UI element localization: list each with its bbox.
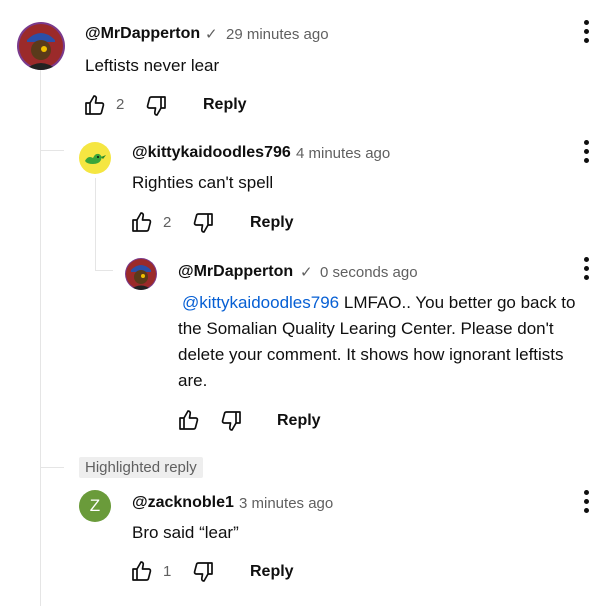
thumbs-down-icon[interactable] xyxy=(191,211,215,235)
avatar-letter: Z xyxy=(89,496,101,515)
avatar-image xyxy=(17,22,65,70)
like-count: 2 xyxy=(116,96,125,113)
like-count: 1 xyxy=(163,563,172,580)
avatar-kittykaidoodles796[interactable] xyxy=(79,142,111,174)
comment-author[interactable]: @kittykaidoodles796 xyxy=(132,144,291,162)
more-vert-icon[interactable] xyxy=(580,490,592,516)
comment-text: @kittykaidoodles796 LMFAO.. You better g… xyxy=(178,290,605,394)
thumbs-down-icon[interactable] xyxy=(144,94,168,118)
comment-text-line: the Somalian Quality Learing Center. Ple… xyxy=(178,319,554,338)
thumbs-up-icon[interactable] xyxy=(83,93,107,117)
thread-line-nested xyxy=(95,178,96,270)
comment-timestamp[interactable]: 3 minutes ago xyxy=(239,495,333,512)
avatar-image xyxy=(125,258,157,290)
reply-button[interactable]: Reply xyxy=(203,96,247,114)
comment-text-line: LMFAO.. You better go back to xyxy=(339,293,576,312)
more-vert-icon[interactable] xyxy=(580,140,592,166)
highlighted-reply-badge: Highlighted reply xyxy=(79,457,203,478)
comment-text-line: are. xyxy=(178,371,208,390)
avatar-mrdapperton[interactable] xyxy=(17,22,65,70)
avatar-mrdapperton[interactable] xyxy=(125,258,157,290)
thread-connector-1 xyxy=(40,150,64,151)
thumbs-up-icon[interactable] xyxy=(130,559,154,583)
comment-text: Leftists never lear xyxy=(85,56,220,75)
reply-button[interactable]: Reply xyxy=(277,412,321,430)
reply-button[interactable]: Reply xyxy=(250,563,294,581)
verified-check-icon: ✓ xyxy=(300,264,313,281)
comment-text: Righties can't spell xyxy=(132,173,274,192)
thumbs-down-icon[interactable] xyxy=(191,560,215,584)
thumbs-up-icon[interactable] xyxy=(130,210,154,234)
comment-timestamp[interactable]: 0 seconds ago xyxy=(320,264,418,281)
more-vert-icon[interactable] xyxy=(580,20,592,46)
comment-author[interactable]: @MrDapperton xyxy=(178,263,293,281)
avatar-zacknoble1[interactable]: Z xyxy=(79,490,111,522)
more-vert-icon[interactable] xyxy=(580,257,592,283)
reply-button[interactable]: Reply xyxy=(250,214,294,232)
comment-author[interactable]: @zacknoble1 xyxy=(132,494,234,512)
thread-connector-3 xyxy=(40,467,64,468)
comment-author[interactable]: @MrDapperton xyxy=(85,25,200,43)
thumbs-up-icon[interactable] xyxy=(177,408,201,432)
verified-check-icon: ✓ xyxy=(205,26,218,43)
comment-text-line: delete your comment. It shows how ignora… xyxy=(178,345,564,364)
avatar-image xyxy=(79,142,111,174)
thumbs-down-icon[interactable] xyxy=(219,409,243,433)
mention-link[interactable]: @kittykaidoodles796 xyxy=(182,293,339,312)
comment-text: Bro said “lear” xyxy=(132,523,239,542)
comment-timestamp[interactable]: 29 minutes ago xyxy=(226,26,329,43)
like-count: 2 xyxy=(163,214,172,231)
thread-connector-2 xyxy=(95,270,113,271)
comment-timestamp[interactable]: 4 minutes ago xyxy=(296,145,390,162)
